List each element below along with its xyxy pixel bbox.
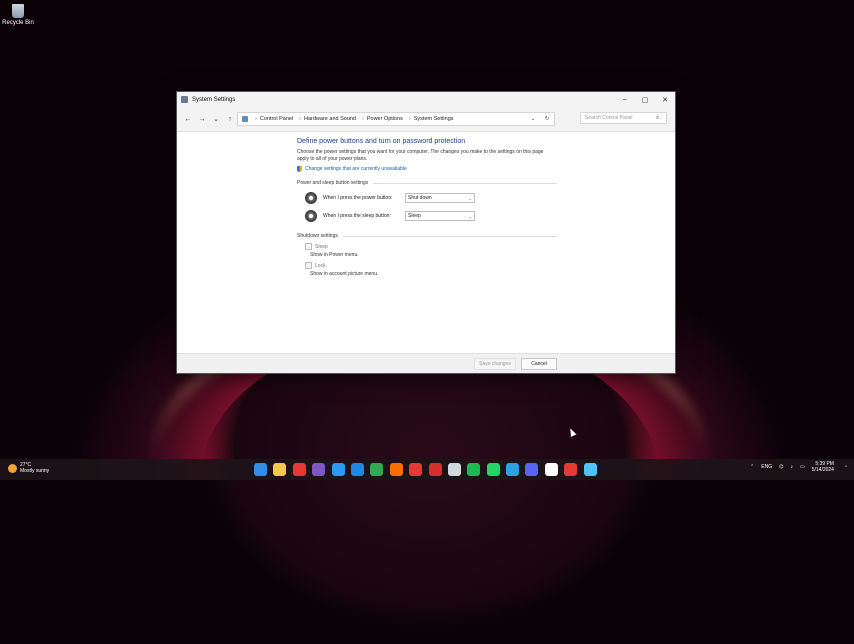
power-button-label: When I press the power button: — [323, 195, 393, 201]
sleep-button-row: When I press the sleep button: Sleep ⌄ — [297, 210, 557, 222]
taskbar-app-icon[interactable] — [467, 463, 481, 476]
sleep-checkbox[interactable] — [305, 243, 312, 250]
system-tray: ⌃ ENG ⌬ ♪ ▭ 5:39 PM 5/14/2024 ◔ — [750, 461, 854, 473]
control-panel-icon — [242, 116, 248, 122]
search-placeholder: Search Control Panel — [585, 115, 633, 121]
recycle-bin-label: Recycle Bin — [2, 20, 34, 26]
taskbar-app-icon[interactable] — [350, 463, 364, 476]
taskbar-app-icon[interactable] — [428, 463, 442, 476]
taskbar: 27°C Mostly sunny ⌃ ENG ⌬ ♪ ▭ 5:39 PM 5/… — [0, 459, 854, 480]
battery-icon[interactable]: ▭ — [800, 464, 805, 470]
recycle-bin[interactable]: Recycle Bin — [2, 4, 34, 26]
chevron-right-icon: › — [299, 116, 302, 122]
recycle-bin-icon — [12, 4, 24, 18]
footer-bar: Save changes Cancel — [177, 353, 675, 373]
maximize-button[interactable]: ▢ — [635, 96, 655, 104]
lock-checkbox-sub: Show in account picture menu. — [310, 271, 379, 277]
wifi-icon[interactable]: ⌬ — [779, 464, 783, 470]
divider — [373, 182, 557, 184]
section-title: Power and sleep button settings — [297, 180, 369, 186]
breadcrumb-hardware-sound[interactable]: Hardware and Sound — [304, 116, 356, 122]
cancel-button[interactable]: Cancel — [521, 358, 557, 370]
recent-locations-icon[interactable]: ⌄ — [209, 115, 223, 123]
taskbar-app-icon[interactable] — [583, 463, 597, 476]
power-button-icon — [305, 192, 317, 204]
page-title: Define power buttons and turn on passwor… — [297, 138, 466, 145]
search-icon[interactable]: ⌕ — [656, 115, 666, 122]
page-description: Choose the power settings that you want … — [297, 149, 544, 162]
breadcrumb-control-panel[interactable]: Control Panel — [260, 116, 293, 122]
lock-checkbox-row[interactable]: Lock — [305, 262, 557, 269]
chevron-down-icon: ⌄ — [468, 213, 472, 219]
power-button-row: When I press the power button: Shut down… — [297, 192, 557, 204]
clock[interactable]: 5:39 PM 5/14/2024 — [812, 461, 834, 473]
sleep-button-select[interactable]: Sleep ⌄ — [405, 211, 475, 221]
breadcrumb-power-options[interactable]: Power Options — [367, 116, 403, 122]
section-power-sleep: Power and sleep button settings — [297, 180, 557, 186]
chevron-down-icon: ⌄ — [468, 195, 472, 201]
change-settings-link[interactable]: Change settings that are currently unava… — [297, 166, 557, 172]
control-panel-icon — [181, 96, 188, 103]
divider — [342, 235, 557, 237]
search-input[interactable]: Search Control Panel ⌕ — [580, 112, 667, 124]
clock-date: 5/14/2024 — [811, 467, 834, 473]
volume-icon[interactable]: ♪ — [790, 464, 793, 470]
close-button[interactable]: ✕ — [655, 96, 675, 104]
address-bar[interactable]: › Control Panel › Hardware and Sound › P… — [237, 112, 555, 126]
chevron-right-icon: › — [255, 116, 257, 122]
taskbar-app-icon[interactable] — [506, 463, 520, 476]
taskbar-app-icon[interactable] — [544, 463, 558, 476]
sleep-button-icon — [305, 210, 317, 222]
up-arrow-icon[interactable]: ↑ — [223, 116, 237, 123]
sleep-button-value: Sleep — [408, 213, 421, 219]
sleep-checkbox-sub: Show in Power menu. — [310, 252, 359, 258]
weather-desc: Mostly sunny — [20, 468, 50, 474]
taskbar-app-icon[interactable] — [564, 463, 578, 476]
taskbar-app-icon[interactable] — [273, 463, 287, 476]
lock-checkbox[interactable] — [305, 262, 312, 269]
minimize-button[interactable]: – — [615, 96, 635, 103]
taskbar-app-icon[interactable] — [389, 463, 403, 476]
chevron-right-icon: › — [362, 116, 364, 122]
taskbar-app-icon[interactable] — [370, 463, 384, 476]
shield-icon — [297, 166, 302, 172]
breadcrumb-system-settings[interactable]: System Settings — [414, 116, 454, 122]
lock-checkbox-label: Lock — [315, 262, 326, 269]
taskbar-app-icon[interactable] — [525, 463, 539, 476]
taskbar-app-icon[interactable] — [409, 463, 423, 476]
taskbar-app-icon[interactable] — [292, 463, 306, 476]
system-settings-window: System Settings – ▢ ✕ ← → ⌄ ↑ › Control … — [176, 91, 676, 374]
notification-bell-icon[interactable]: ◔ — [844, 464, 847, 470]
main-content: Define power buttons and turn on passwor… — [297, 138, 557, 277]
language-indicator[interactable]: ENG — [761, 464, 772, 470]
chevron-up-icon[interactable]: ⌃ — [750, 464, 754, 470]
taskbar-app-icon[interactable] — [331, 463, 345, 476]
chevron-right-icon: › — [408, 116, 411, 122]
save-changes-button[interactable]: Save changes — [474, 358, 516, 370]
power-button-select[interactable]: Shut down ⌄ — [405, 193, 475, 203]
taskbar-app-icon[interactable] — [312, 463, 326, 476]
sleep-button-label: When I press the sleep button: — [323, 213, 391, 219]
taskbar-app-icon[interactable] — [254, 463, 267, 476]
chevron-down-icon[interactable]: ⌄ — [526, 116, 540, 122]
change-settings-label: Change settings that are currently unava… — [305, 166, 407, 172]
taskbar-app-icon[interactable] — [447, 463, 461, 476]
sleep-checkbox-label: Sleep — [315, 243, 328, 250]
section-shutdown: Shutdown settings — [297, 233, 557, 239]
wallpaper-center — [200, 330, 660, 630]
sun-icon — [8, 463, 17, 473]
power-button-value: Shut down — [408, 195, 432, 201]
weather-widget[interactable]: 27°C Mostly sunny — [8, 462, 49, 474]
back-arrow-icon[interactable]: ← — [181, 116, 195, 123]
title-bar[interactable]: System Settings – ▢ ✕ — [177, 92, 675, 107]
sleep-checkbox-row[interactable]: Sleep — [305, 243, 557, 250]
window-title: System Settings — [192, 96, 236, 103]
forward-arrow-icon[interactable]: → — [195, 116, 209, 123]
section-title: Shutdown settings — [297, 233, 338, 239]
refresh-icon[interactable]: ↻ — [540, 116, 554, 122]
taskbar-pinned-apps — [254, 463, 603, 476]
taskbar-app-icon[interactable] — [486, 463, 500, 476]
